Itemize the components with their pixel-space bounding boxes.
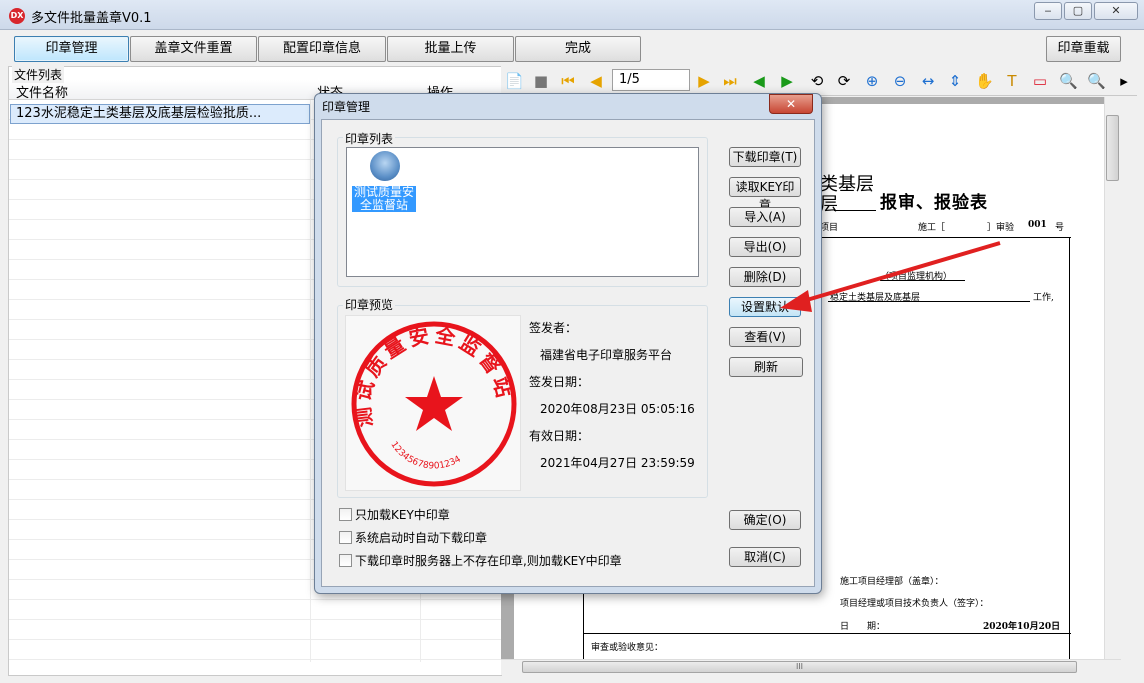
checkbox-label: 系统启动时自动下载印章 — [355, 531, 488, 545]
dialog-close-button[interactable]: ✕ — [769, 94, 813, 114]
checkbox-box[interactable] — [339, 531, 352, 544]
doc-title-line2b: 报审、报验表 — [880, 193, 988, 213]
doc-row-line — [583, 633, 1071, 634]
last-page-icon[interactable]: ⏭ — [721, 72, 739, 90]
valid-date-label: 有效日期： — [529, 429, 590, 443]
doc-work: 工作, — [1033, 293, 1054, 303]
horizontal-scroll-thumb[interactable]: III — [522, 661, 1077, 673]
seal-preview-label: 印章预览 — [343, 296, 396, 313]
print-icon[interactable]: ■ — [532, 72, 550, 90]
doc-hao: 号 — [1055, 223, 1065, 233]
dialog-title: 印章管理 — [322, 100, 371, 114]
seal-serial: 12345678901234 — [388, 440, 463, 472]
config-seal-button[interactable]: 配置印章信息 — [258, 36, 386, 62]
window-title: 多文件批量盖章V0.1 — [31, 11, 152, 26]
doc-manager: 项目经理或项目技术负责人（签字）： — [840, 599, 989, 609]
auto-download-checkbox[interactable]: 系统启动时自动下载印章 — [339, 529, 487, 546]
reset-files-button[interactable]: 盖章文件重置 — [130, 36, 257, 62]
close-button[interactable]: ✕ — [1094, 2, 1138, 20]
page-number-input[interactable]: 1/5 — [612, 69, 690, 91]
finish-button[interactable]: 完成 — [515, 36, 641, 62]
text-select-icon[interactable]: T — [1003, 72, 1021, 90]
valid-date-value: 2021年04月27日 23:59:59 — [540, 456, 695, 470]
doc-title-line2a: 层 — [820, 194, 838, 215]
column-divider — [310, 82, 311, 662]
doc-table-right — [1069, 237, 1070, 659]
hand-tool-icon[interactable]: ✋ — [975, 72, 994, 90]
list-item[interactable]: 123水泥稳定土类基层及底基层检验批质... — [10, 104, 310, 124]
more-icon[interactable]: ▸ — [1115, 72, 1133, 90]
doc-underline — [880, 280, 965, 281]
delete-button[interactable]: 删除(D) — [729, 267, 801, 287]
import-button[interactable]: 导入(A) — [729, 207, 801, 227]
refresh-button[interactable]: 刷新 — [729, 357, 803, 377]
issue-date-value: 2020年08月23日 05:05:16 — [540, 402, 695, 416]
checkbox-label: 只加载KEY中印章 — [355, 508, 450, 522]
forward-icon[interactable]: ▶ — [778, 72, 796, 90]
doc-review: 审查或验收意见： — [591, 643, 664, 653]
fit-page-icon[interactable]: ⇕ — [946, 72, 964, 90]
zoom-in-icon[interactable]: 🔍 — [1059, 72, 1078, 90]
doc-underline — [828, 301, 1030, 302]
app-icon: DX — [9, 8, 25, 24]
prev-page-icon[interactable]: ◀ — [587, 72, 605, 90]
snapshot-icon[interactable]: ▭ — [1031, 72, 1049, 90]
window-controls: ‒ ▢ ✕ — [1034, 2, 1138, 20]
rotate-left-icon[interactable]: ⟲ — [808, 72, 826, 90]
doc-date-label: 日 期： — [840, 622, 886, 632]
set-default-button[interactable]: 设置默认 — [729, 297, 801, 317]
doc-bracket: ］审验 — [987, 223, 1015, 233]
seal-manage-button[interactable]: 印章管理 — [14, 36, 129, 62]
vertical-scroll-thumb[interactable] — [1106, 115, 1119, 181]
seal-item-icon[interactable] — [370, 151, 400, 181]
next-page-icon[interactable]: ▶ — [695, 72, 713, 90]
ok-button[interactable]: 确定(O) — [729, 510, 801, 530]
vertical-scrollbar[interactable] — [1104, 97, 1121, 659]
title-bar: DX 多文件批量盖章V0.1 ‒ ▢ ✕ — [0, 0, 1144, 30]
rotate-right-icon[interactable]: ⟳ — [835, 72, 853, 90]
checkbox-box[interactable] — [339, 554, 352, 567]
issuer-value: 福建省电子印章服务平台 — [540, 348, 673, 362]
open-doc-icon[interactable]: 📄 — [505, 72, 524, 90]
viewer-toolbar: 📄 ■ ⏮ ◀ ▶ ⏭ ◀ ▶ ⟲ ⟳ ⊕ ⊖ ↔ ⇕ ✋ T ▭ 🔍 🔍 ▸ — [501, 66, 1137, 96]
batch-upload-button[interactable]: 批量上传 — [387, 36, 514, 62]
zoom-out-small-icon[interactable]: ⊖ — [891, 72, 909, 90]
seal-item-label[interactable]: 测试质量安全监督站 — [352, 186, 416, 212]
issue-date-label: 签发日期： — [529, 375, 590, 389]
seal-stamp-image: 测试质量安全监督站 12345678901234 — [350, 321, 517, 487]
main-toolbar: 印章管理 盖章文件重置 配置印章信息 批量上传 完成 印章重载 — [0, 31, 1144, 67]
zoom-in-small-icon[interactable]: ⊕ — [863, 72, 881, 90]
export-button[interactable]: 导出(O) — [729, 237, 801, 257]
doc-construct: 施工［ — [918, 223, 946, 233]
seal-list-label: 印章列表 — [343, 130, 396, 147]
download-seal-button[interactable]: 下载印章(T) — [729, 147, 801, 167]
checkbox-box[interactable] — [339, 508, 352, 521]
seal-reload-button[interactable]: 印章重载 — [1046, 36, 1121, 62]
zoom-out-icon[interactable]: 🔍 — [1087, 72, 1106, 90]
seal-preview-box: 测试质量安全监督站 12345678901234 — [345, 315, 521, 491]
doc-number: 001 — [1028, 220, 1047, 230]
first-page-icon[interactable]: ⏮ — [559, 72, 577, 90]
only-key-checkbox[interactable]: 只加载KEY中印章 — [339, 506, 450, 523]
checkbox-label: 下载印章时服务器上不存在印章,则加载KEY中印章 — [355, 554, 622, 568]
doc-underline — [834, 210, 876, 211]
cancel-button[interactable]: 取消(C) — [729, 547, 801, 567]
file-list-caption: 文件列表 — [12, 66, 65, 83]
svg-text:12345678901234: 12345678901234 — [388, 440, 463, 472]
fallback-key-checkbox[interactable]: 下载印章时服务器上不存在印章,则加载KEY中印章 — [339, 552, 622, 569]
maximize-button[interactable]: ▢ — [1064, 2, 1092, 20]
issuer-label: 签发者： — [529, 321, 578, 335]
read-key-seal-button[interactable]: 读取KEY印章 — [729, 177, 801, 212]
doc-dept: 施工项目经理部（盖章）： — [840, 577, 944, 587]
fit-width-icon[interactable]: ↔ — [919, 72, 937, 90]
doc-date: 2020年10月20日 — [983, 622, 1061, 632]
doc-project: 项目 — [820, 223, 839, 233]
minimize-button[interactable]: ‒ — [1034, 2, 1062, 20]
back-icon[interactable]: ◀ — [750, 72, 768, 90]
view-button[interactable]: 查看(V) — [729, 327, 801, 347]
col-file-name[interactable]: 文件名称 — [16, 82, 68, 101]
